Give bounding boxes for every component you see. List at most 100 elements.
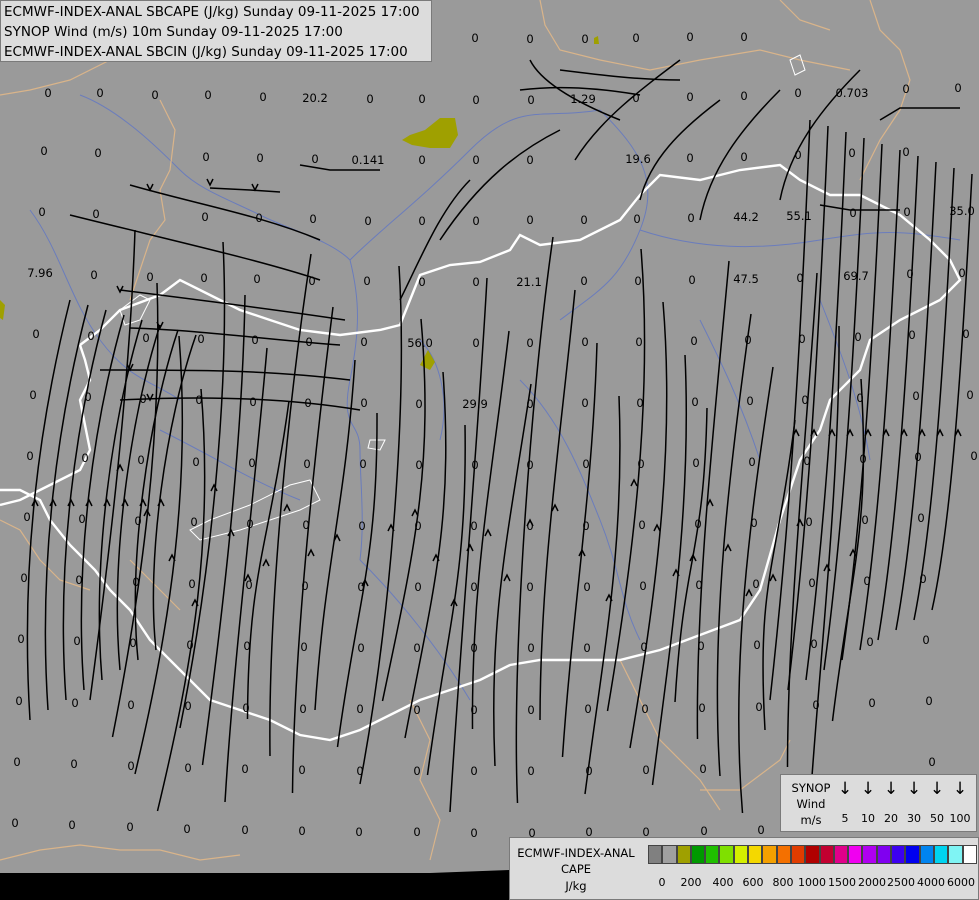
cape-value-label: 0 xyxy=(142,331,149,345)
cape-tick-label: 800 xyxy=(772,876,794,889)
cape-value-label: 0 xyxy=(241,823,248,837)
cape-value-label: 0 xyxy=(753,638,760,652)
cape-value-label: 0 xyxy=(201,210,208,224)
cape-value-label: 0 xyxy=(251,333,258,347)
cape-value-label: 0 xyxy=(195,393,202,407)
cape-value-label: 0 xyxy=(748,455,755,469)
cape-tick-label: 2500 xyxy=(887,876,915,889)
cape-value-label: 0 xyxy=(308,274,315,288)
cape-value-label: 0 xyxy=(805,515,812,529)
cape-value-label: 0 xyxy=(470,580,477,594)
wind-speed-label: 100 xyxy=(949,812,971,825)
cape-value-label: 35.0 xyxy=(949,204,975,218)
cape-value-label: 0 xyxy=(581,335,588,349)
cape-value-label: 0 xyxy=(854,330,861,344)
cape-value-label: 0 xyxy=(632,31,639,45)
cape-value-label: 0 xyxy=(962,327,969,341)
cape-legend-subtitle: CAPE xyxy=(560,862,592,876)
cape-color-swatch xyxy=(819,845,834,864)
cape-value-label: 0 xyxy=(794,148,801,162)
cape-value-label: 0 xyxy=(526,580,533,594)
cape-value-label: 0 xyxy=(902,145,909,159)
cape-value-label: 0 xyxy=(687,211,694,225)
cape-value-label: 0 xyxy=(13,755,20,769)
cape-value-label: 0 xyxy=(580,213,587,227)
cape-value-label: 0 xyxy=(70,757,77,771)
cape-value-label: 0 xyxy=(73,634,80,648)
wind-arrow-icon: ↓ xyxy=(906,779,922,799)
cape-value-label: 0 xyxy=(966,388,973,402)
cape-value-label: 0 xyxy=(470,826,477,840)
cape-value-label: 0 xyxy=(928,755,935,769)
cape-color-swatch xyxy=(733,845,749,864)
cape-value-label: 0 xyxy=(418,214,425,228)
cape-value-label: 0 xyxy=(695,578,702,592)
cape-tick-label: 1000 xyxy=(798,876,826,889)
cape-value-label: 0 xyxy=(137,453,144,467)
cape-value-label: 0 xyxy=(582,519,589,533)
cape-value-label: 0 xyxy=(902,82,909,96)
cape-value-label: 0 xyxy=(356,702,363,716)
cape-value-label: 0 xyxy=(92,207,99,221)
cape-color-swatch xyxy=(948,845,963,864)
cape-value-label: 0 xyxy=(582,457,589,471)
cape-value-label: 0 xyxy=(691,395,698,409)
cape-value-label: 0 xyxy=(755,700,762,714)
cape-color-swatch xyxy=(833,845,849,864)
cape-value-label: 0 xyxy=(357,580,364,594)
cape-value-label: 0 xyxy=(919,572,926,586)
cape-value-label: 0 xyxy=(11,816,18,830)
cape-color-swatch xyxy=(762,845,777,864)
cape-value-label: 0 xyxy=(87,329,94,343)
cape-value-label: 0 xyxy=(413,825,420,839)
cape-tick-label: 4000 xyxy=(917,876,945,889)
cape-value-label: 0 xyxy=(81,451,88,465)
cape-value-label: 0 xyxy=(699,762,706,776)
cape-value-label: 0 xyxy=(690,334,697,348)
cape-value-label: 0 xyxy=(363,274,370,288)
cape-value-label: 0 xyxy=(912,389,919,403)
cape-value-label: 0 xyxy=(472,93,479,107)
cape-value-label: 0 xyxy=(583,580,590,594)
cape-value-label: 0 xyxy=(151,88,158,102)
title-sbcape: ECMWF-INDEX-ANAL SBCAPE (J/kg) Sunday 09… xyxy=(4,4,420,20)
cape-value-label: 0 xyxy=(866,635,873,649)
cape-value-label: 0 xyxy=(204,88,211,102)
cape-value-label: 0 xyxy=(632,91,639,105)
cape-value-label: 0 xyxy=(640,640,647,654)
cape-color-legend: ECMWF-INDEX-ANAL CAPE J/kg 0 200 400 600… xyxy=(509,837,979,900)
cape-value-label: 0 xyxy=(635,335,642,349)
cape-legend-unit: J/kg xyxy=(565,879,587,893)
cape-value-label: 0 xyxy=(698,701,705,715)
cape-value-label: 0 xyxy=(364,214,371,228)
cape-value-label: 0 xyxy=(694,517,701,531)
cape-color-swatch xyxy=(776,845,791,864)
cape-color-swatch xyxy=(690,845,706,864)
cape-value-label: 0 xyxy=(298,763,305,777)
cape-value-label: 0 xyxy=(634,274,641,288)
cape-value-label: 0 xyxy=(366,92,373,106)
cape-value-label: 0 xyxy=(908,328,915,342)
cape-value-label: 0 xyxy=(903,205,910,219)
cape-value-label: 0 xyxy=(856,391,863,405)
cape-value-label: 0 xyxy=(311,152,318,166)
cape-value-label: 0 xyxy=(202,150,209,164)
cape-value-label: 0 xyxy=(692,456,699,470)
cape-value-label: 0 xyxy=(914,450,921,464)
cape-value-label: 0 xyxy=(413,641,420,655)
cape-value-label: 0 xyxy=(794,86,801,100)
cape-value-label: 0 xyxy=(752,577,759,591)
cape-value-label: 0 xyxy=(418,275,425,289)
cape-value-label: 0 xyxy=(78,512,85,526)
cape-value-label: 0 xyxy=(413,703,420,717)
cape-value-label: 0 xyxy=(44,86,51,100)
cape-value-label: 0 xyxy=(848,146,855,160)
cape-value-label: 0 xyxy=(186,638,193,652)
cape-tick-label: 600 xyxy=(742,876,764,889)
cape-tick-label: 0 xyxy=(658,876,666,889)
cape-value-label: 0 xyxy=(298,824,305,838)
cape-value-label: 0 xyxy=(808,576,815,590)
cape-value-label: 0 xyxy=(183,822,190,836)
cape-value-label: 0 xyxy=(301,579,308,593)
cape-value-label: 0 xyxy=(740,89,747,103)
